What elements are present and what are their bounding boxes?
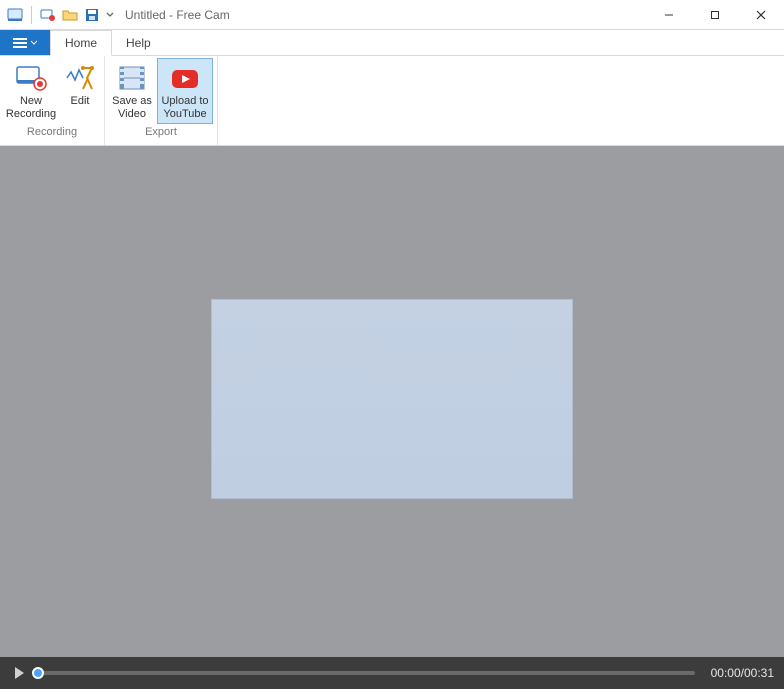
play-button[interactable] <box>10 664 28 682</box>
seek-slider[interactable] <box>38 671 695 675</box>
tab-home[interactable]: Home <box>50 30 112 56</box>
youtube-icon <box>168 61 202 95</box>
upload-youtube-label-1: Upload to <box>161 95 208 108</box>
upload-youtube-label-2: YouTube <box>163 108 206 121</box>
title-bar: Untitled - Free Cam <box>0 0 784 30</box>
file-menu-icon <box>13 37 27 49</box>
new-recording-qat-icon[interactable] <box>39 6 57 24</box>
save-as-video-button[interactable]: Save as Video <box>109 58 155 124</box>
time-total: 00:31 <box>744 666 774 680</box>
video-preview-area <box>0 146 784 657</box>
tab-help[interactable]: Help <box>112 30 166 55</box>
edit-label: Edit <box>71 95 90 108</box>
chevron-down-icon <box>31 40 37 46</box>
file-tab[interactable] <box>0 30 50 55</box>
save-as-video-label-2: Video <box>118 108 146 121</box>
open-qat-icon[interactable] <box>61 6 79 24</box>
new-recording-label-1: New <box>20 95 42 108</box>
seek-knob[interactable] <box>32 667 44 679</box>
qat-separator <box>31 6 32 24</box>
save-as-video-label-1: Save as <box>112 95 152 108</box>
ribbon: New Recording Edit Recording <box>0 56 784 146</box>
edit-button[interactable]: Edit <box>60 58 100 124</box>
time-display: 00:00/00:31 <box>711 666 774 680</box>
playback-bar: 00:00/00:31 <box>0 657 784 689</box>
qat-customize-icon[interactable] <box>105 6 115 24</box>
film-icon <box>117 61 147 95</box>
new-recording-icon <box>15 61 47 95</box>
app-icon <box>6 6 24 24</box>
ribbon-tabs: Home Help <box>0 30 784 56</box>
ribbon-group-recording: New Recording Edit Recording <box>0 56 105 145</box>
minimize-button[interactable] <box>646 0 692 30</box>
save-qat-icon[interactable] <box>83 6 101 24</box>
edit-icon <box>65 61 95 95</box>
time-current: 00:00 <box>711 666 741 680</box>
video-preview-thumbnail[interactable] <box>211 299 573 499</box>
close-button[interactable] <box>738 0 784 30</box>
new-recording-button[interactable]: New Recording <box>4 58 58 124</box>
new-recording-label-2: Recording <box>6 108 56 121</box>
upload-to-youtube-button[interactable]: Upload to YouTube <box>157 58 213 124</box>
group-label-recording: Recording <box>4 124 100 140</box>
maximize-button[interactable] <box>692 0 738 30</box>
play-icon <box>12 666 26 680</box>
ribbon-group-export: Save as Video Upload to YouTube Export <box>105 56 218 145</box>
group-label-export: Export <box>109 124 213 140</box>
window-title: Untitled - Free Cam <box>125 8 230 22</box>
